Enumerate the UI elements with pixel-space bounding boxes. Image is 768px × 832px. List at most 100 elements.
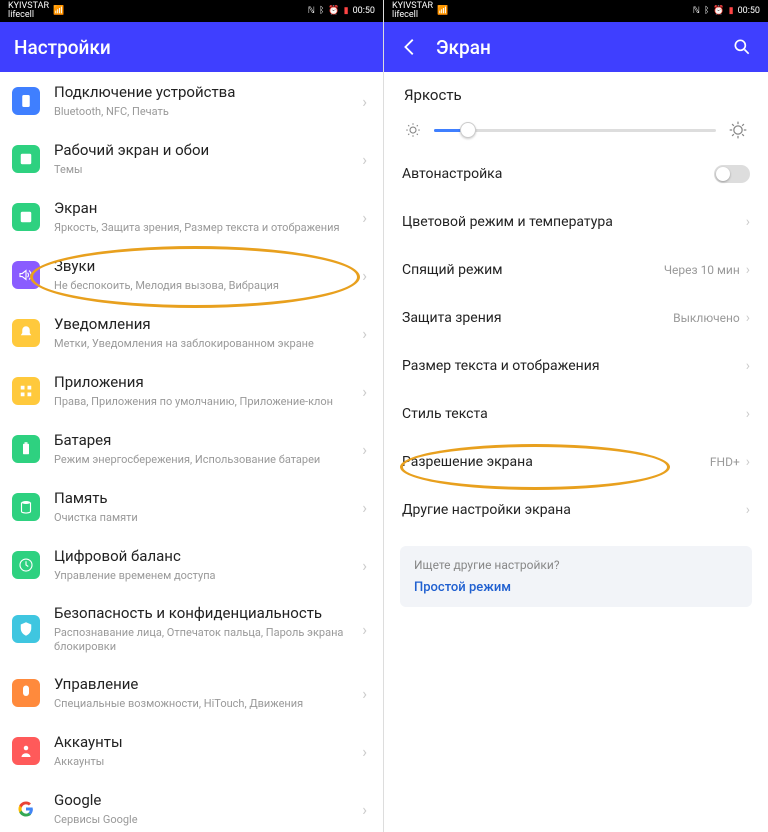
signal-icon: 📶 [437,6,448,16]
setting-item[interactable]: Уведомления Метки, Уведомления на заблок… [0,304,383,362]
chevron-right-icon: › [746,358,750,374]
auto-brightness-toggle[interactable] [714,165,750,183]
display-item[interactable]: Цветовой режим и температура › [384,198,768,246]
setting-label: Цифровой баланс [54,547,362,567]
item-label: Защита зрения [402,310,673,326]
display-item[interactable]: Стиль текста › [384,390,768,438]
setting-item[interactable]: Рабочий экран и обои Темы › [0,130,383,188]
back-button[interactable] [398,35,422,59]
setting-text: Батарея Режим энергосбережения, Использо… [54,431,362,467]
display-item[interactable]: Размер текста и отображения › [384,342,768,390]
nfc-icon: ℕ [693,6,700,16]
setting-item[interactable]: Управление Специальные возможности, HiTo… [0,664,383,722]
chevron-right-icon: › [362,382,367,401]
item-label: Размер текста и отображения [402,358,746,374]
item-value: Через 10 мин [664,263,740,277]
setting-item[interactable]: Google Сервисы Google › [0,780,383,832]
settings-list[interactable]: Подключение устройства Bluetooth, NFC, П… [0,72,383,832]
chevron-right-icon: › [362,742,367,761]
setting-sublabel: Специальные возможности, HiTouch, Движен… [54,697,362,711]
chevron-right-icon: › [746,502,750,518]
setting-sublabel: Яркость, Защита зрения, Размер текста и … [54,221,362,235]
chevron-right-icon: › [362,440,367,459]
signal-icon: 📶 [53,6,64,16]
statusbar: KYIVSTARlifecell 📶 ℕ ᛒ ⏰ ▮ 00:50 [384,0,768,22]
setting-text: Аккаунты Аккаунты [54,733,362,769]
setting-item[interactable]: Приложения Права, Приложения по умолчани… [0,362,383,420]
setting-icon [12,377,40,405]
carrier-2: lifecell [392,10,418,20]
footer-box: Ищете другие настройки? Простой режим [400,546,752,607]
setting-sublabel: Очистка памяти [54,511,362,525]
chevron-right-icon: › [362,498,367,517]
setting-item[interactable]: Цифровой баланс Управление временем дост… [0,536,383,594]
simple-mode-link[interactable]: Простой режим [414,580,738,595]
chevron-right-icon: › [362,266,367,285]
chevron-right-icon: › [362,92,367,111]
chevron-right-icon: › [362,324,367,343]
item-value: FHD+ [710,455,740,469]
setting-sublabel: Аккаунты [54,755,362,769]
setting-icon [12,145,40,173]
display-item[interactable]: Разрешение экрана FHD+ › [384,438,768,486]
setting-sublabel: Темы [54,163,362,177]
chevron-right-icon: › [362,556,367,575]
item-label: Разрешение экрана [402,454,710,470]
auto-brightness-label: Автонастройка [402,166,714,182]
setting-item[interactable]: Подключение устройства Bluetooth, NFC, П… [0,72,383,130]
setting-icon [12,551,40,579]
setting-label: Безопасность и конфиденциальность [54,604,362,624]
alarm-icon: ⏰ [713,6,724,16]
chevron-right-icon: › [746,214,750,230]
setting-icon [12,679,40,707]
setting-item[interactable]: Батарея Режим энергосбережения, Использо… [0,420,383,478]
bluetooth-icon: ᛒ [319,6,324,16]
alarm-icon: ⏰ [328,6,339,16]
statusbar: KYIVSTARlifecell 📶 ℕ ᛒ ⏰ ▮ 00:50 [0,0,383,22]
chevron-right-icon: › [362,800,367,819]
chevron-right-icon: › [746,262,750,278]
item-label: Другие настройки экрана [402,502,746,518]
setting-sublabel: Bluetooth, NFC, Печать [54,105,362,119]
display-list[interactable]: Яркость Автонастройка Цветовой режим и т… [384,72,768,832]
brightness-high-icon [728,120,748,140]
setting-item[interactable]: Звуки Не беспокоить, Мелодия вызова, Виб… [0,246,383,304]
setting-item[interactable]: Аккаунты Аккаунты › [0,722,383,780]
setting-icon [12,795,40,823]
setting-label: Память [54,489,362,509]
setting-icon [12,615,40,643]
chevron-right-icon: › [362,620,367,639]
setting-text: Приложения Права, Приложения по умолчани… [54,373,362,409]
setting-label: Рабочий экран и обои [54,141,362,161]
chevron-right-icon: › [362,150,367,169]
setting-label: Экран [54,199,362,219]
setting-text: Уведомления Метки, Уведомления на заблок… [54,315,362,351]
setting-item[interactable]: Экран Яркость, Защита зрения, Размер тек… [0,188,383,246]
setting-label: Уведомления [54,315,362,335]
setting-item[interactable]: Память Очистка памяти › [0,478,383,536]
auto-brightness-row[interactable]: Автонастройка [384,150,768,198]
display-item[interactable]: Защита зрения Выключено › [384,294,768,342]
chevron-right-icon: › [746,454,750,470]
chevron-right-icon: › [362,684,367,703]
bluetooth-icon: ᛒ [704,6,709,16]
setting-label: Батарея [54,431,362,451]
brightness-slider-row [384,110,768,150]
chevron-right-icon: › [746,310,750,326]
setting-text: Подключение устройства Bluetooth, NFC, П… [54,83,362,119]
display-item[interactable]: Другие настройки экрана › [384,486,768,534]
setting-text: Управление Специальные возможности, HiTo… [54,675,362,711]
nfc-icon: ℕ [308,6,315,16]
setting-label: Приложения [54,373,362,393]
setting-item[interactable]: Безопасность и конфиденциальность Распоз… [0,594,383,664]
chevron-right-icon: › [746,406,750,422]
brightness-slider[interactable] [434,129,716,132]
display-item[interactable]: Спящий режим Через 10 мин › [384,246,768,294]
setting-sublabel: Не беспокоить, Мелодия вызова, Вибрация [54,279,362,293]
setting-text: Google Сервисы Google [54,791,362,827]
chevron-right-icon: › [362,208,367,227]
setting-icon [12,493,40,521]
setting-sublabel: Права, Приложения по умолчанию, Приложен… [54,395,362,409]
item-label: Цветовой режим и температура [402,214,746,230]
search-button[interactable] [730,35,754,59]
